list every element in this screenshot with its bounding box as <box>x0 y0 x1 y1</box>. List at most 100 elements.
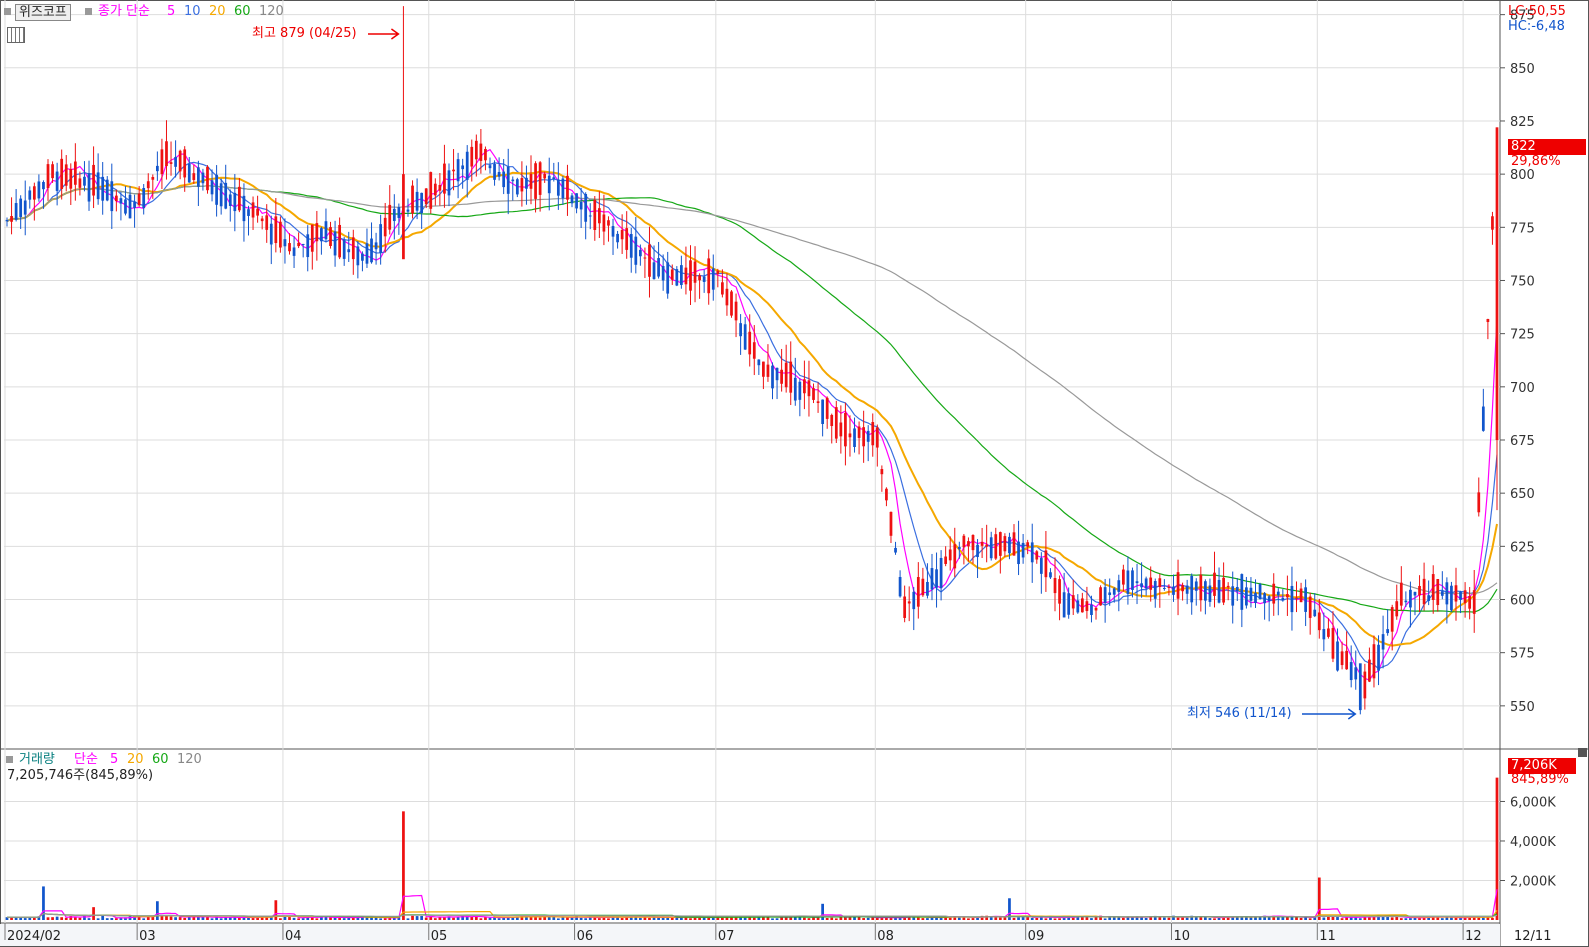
candle-body <box>866 430 870 442</box>
candle-body <box>119 198 123 204</box>
volume-bar <box>165 916 168 920</box>
candle-body <box>1235 586 1239 592</box>
candle-body <box>930 568 934 590</box>
low-arrow <box>1302 708 1357 720</box>
stock-name-button[interactable]: 위즈코프 <box>15 4 71 21</box>
candle-body <box>766 364 770 377</box>
candle-body <box>452 169 455 172</box>
candle-body <box>151 177 155 180</box>
candle-body <box>1477 492 1481 513</box>
volume-bar <box>383 918 387 920</box>
volume-bar <box>424 917 428 920</box>
volume-bar <box>1322 917 1326 920</box>
candle-body <box>374 242 378 250</box>
date-tick-label: 10 <box>1173 929 1190 944</box>
volume-bar <box>1044 918 1048 920</box>
grid-table-icon[interactable] <box>7 27 25 43</box>
volume-bar <box>711 917 715 920</box>
candle-body <box>1121 569 1125 585</box>
candle-body <box>511 179 515 182</box>
candle-body <box>602 214 606 232</box>
close-panel-icon[interactable] <box>1578 748 1587 757</box>
candle-body <box>397 207 401 218</box>
candle-body <box>1404 600 1408 603</box>
volume-bar <box>201 917 205 920</box>
volume-bar <box>926 918 929 920</box>
volume-bar <box>566 917 569 920</box>
candle-body <box>1331 628 1335 659</box>
candle-body <box>1386 629 1390 634</box>
candle-body <box>916 577 920 607</box>
candle-body <box>839 422 843 437</box>
moving-average-120 <box>6 185 1498 595</box>
volume-bar <box>342 918 346 920</box>
candle-body <box>105 179 109 201</box>
volume-bar <box>160 916 164 920</box>
candle-body <box>1058 579 1061 604</box>
volume-bar <box>169 916 173 920</box>
volume-bar <box>825 917 829 920</box>
candle-body <box>1340 651 1344 666</box>
candle-body <box>78 178 82 188</box>
ma-legend-5: 5 <box>167 4 176 19</box>
candle-body <box>1418 585 1421 596</box>
volume-tick-label: 4,000K <box>1510 835 1556 850</box>
candle-body <box>110 181 114 212</box>
candle-body <box>247 209 250 216</box>
candle-body <box>424 188 428 205</box>
candle-body <box>474 140 478 160</box>
candle-body <box>1463 590 1467 604</box>
candle-body <box>666 262 670 294</box>
volume-bar <box>142 918 146 920</box>
candle-body <box>739 323 742 337</box>
volume-bar <box>497 918 501 920</box>
candle-body <box>611 226 615 237</box>
candle-body <box>520 178 524 192</box>
candle-body <box>1427 595 1431 601</box>
date-tick-label: 06 <box>577 929 594 944</box>
volume-bar <box>707 917 711 920</box>
candle-body <box>1099 587 1102 606</box>
candle-body <box>1149 577 1153 590</box>
candle-body <box>1345 650 1349 670</box>
candle-body <box>789 361 793 393</box>
volume-bar <box>1299 917 1303 920</box>
candle-body <box>971 535 975 551</box>
volume-ma-120: 120 <box>177 752 202 767</box>
candle-body <box>197 167 200 187</box>
volume-bar <box>1176 917 1180 920</box>
stock-chart[interactable]: 550 575 600 625 650 675 700 725 750 775 800 825 850 8… <box>0 0 1589 947</box>
candle-body <box>948 549 952 561</box>
current-change-label: 29,86% <box>1511 154 1561 169</box>
candle-body <box>169 162 173 164</box>
candle-body <box>1358 663 1362 711</box>
volume-bar <box>1030 917 1034 920</box>
candle-body <box>96 172 100 200</box>
candle-body <box>1454 585 1458 602</box>
candle-body <box>689 260 692 291</box>
candle-body <box>251 202 255 218</box>
candle-body <box>1144 578 1148 589</box>
candle-body <box>46 164 50 189</box>
candle-body <box>1167 587 1171 589</box>
candle-body <box>19 198 23 218</box>
volume-bar <box>721 917 724 920</box>
volume-bar <box>1208 918 1212 920</box>
candle-body <box>28 190 32 200</box>
candle-body <box>1308 596 1312 618</box>
candle-body <box>607 220 610 226</box>
date-tick-label: 12 <box>1465 929 1482 944</box>
candle-body <box>625 228 629 250</box>
volume-bar <box>92 907 95 920</box>
candle-body <box>1317 612 1321 631</box>
candle-body <box>60 158 64 189</box>
candle-body <box>479 143 483 161</box>
candle-body <box>1272 583 1276 604</box>
volume-bar <box>1390 917 1394 920</box>
candle-body <box>1399 582 1403 606</box>
volume-bar <box>775 918 779 920</box>
candle-body <box>438 184 442 191</box>
date-tick-label: 05 <box>431 929 448 944</box>
candle-body <box>73 161 77 185</box>
candle-body <box>1368 659 1371 682</box>
